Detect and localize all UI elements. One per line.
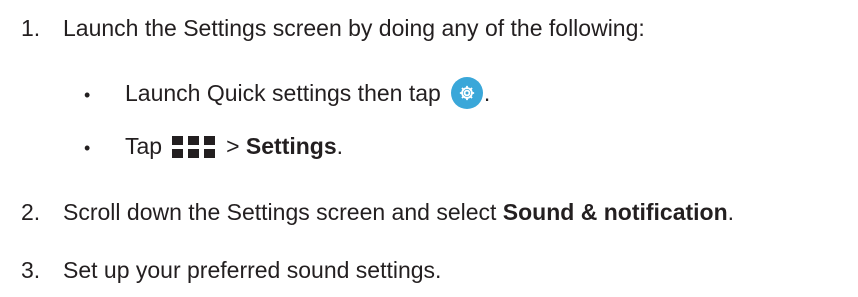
substep-text-after: . [336, 133, 344, 159]
step-text-after: . [727, 199, 735, 225]
bullet: • [84, 138, 91, 158]
substep-text: Tap > Settings . [125, 132, 343, 160]
all-apps-grid-icon [172, 133, 216, 159]
step-number: 2. [21, 199, 41, 225]
step-text: Launch the Settings screen by doing any … [63, 15, 645, 41]
settings-gear-icon [450, 77, 483, 109]
sound-notification-label: Sound & notification [502, 199, 728, 225]
step-text-before: Scroll down the Settings screen and sele… [63, 199, 503, 225]
substep-text-after: . [483, 80, 491, 106]
substep-text: Launch Quick settings then tap . [125, 77, 490, 109]
substep-text-before: Tap [125, 133, 163, 159]
step-number: 3. [21, 257, 41, 283]
separator: > [226, 133, 240, 159]
bullet: • [84, 85, 91, 105]
step-number: 1. [21, 15, 41, 41]
settings-label: Settings [245, 133, 337, 159]
step-text: Set up your preferred sound settings. [63, 257, 442, 283]
substep-text-before: Launch Quick settings then tap [125, 80, 441, 106]
step-text: Scroll down the Settings screen and sele… [63, 198, 734, 226]
